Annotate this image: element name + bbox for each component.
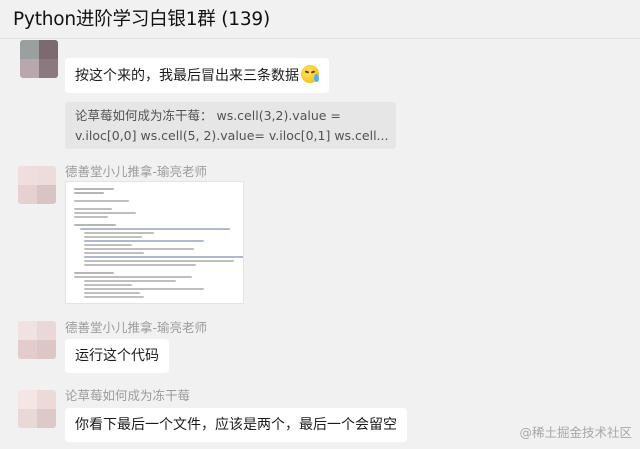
quoted-message[interactable]: 论草莓如何成为冻干莓： ws.cell(3,2).value = v.iloc[…: [65, 102, 396, 149]
code-line: [74, 192, 104, 194]
code-line: [74, 216, 108, 218]
message-bubble[interactable]: 你看下最后一个文件，应该是两个，最后一个会留空: [65, 408, 407, 442]
code-line: [84, 260, 234, 262]
code-line: [84, 280, 176, 282]
quote-line-2: v.iloc[0,0] ws.cell(5, 2).value= v.iloc[…: [75, 128, 389, 143]
sender-name[interactable]: 德善堂小儿推拿-瑜亮老师: [65, 161, 207, 180]
message-text: 运行这个代码: [75, 348, 159, 364]
code-line: [84, 292, 140, 294]
avatar[interactable]: [20, 40, 58, 78]
code-line: [84, 264, 196, 266]
code-line: [74, 212, 136, 214]
code-line: [84, 252, 144, 254]
code-line: [84, 284, 132, 286]
sender-name[interactable]: 论草莓如何成为冻干莓: [65, 385, 190, 404]
code-line: [84, 232, 154, 234]
code-line: [84, 296, 144, 298]
code-line: [84, 256, 243, 258]
chat-window: Python进阶学习白银1群 (139) 按这个来的，我最后冒出来三条数据 论草…: [0, 0, 640, 449]
message-bubble[interactable]: 运行这个代码: [65, 339, 169, 373]
message-text: 按这个来的，我最后冒出来三条数据: [75, 68, 299, 84]
avatar[interactable]: [18, 166, 56, 204]
code-line: [80, 228, 230, 230]
chat-title[interactable]: Python进阶学习白银1群 (139): [13, 5, 270, 31]
sender-name[interactable]: 德善堂小儿推拿-瑜亮老师: [65, 317, 207, 336]
quote-line-1: 论草莓如何成为冻干莓： ws.cell(3,2).value =: [75, 108, 341, 123]
code-line: [84, 236, 142, 238]
code-line: [84, 288, 204, 290]
avatar[interactable]: [18, 321, 56, 359]
code-line: [84, 240, 204, 242]
chat-header: Python进阶学习白银1群 (139): [0, 0, 640, 38]
sweat-smile-emoji-icon: [301, 65, 319, 83]
code-line: [84, 244, 132, 246]
code-line: [74, 272, 114, 274]
message-text: 你看下最后一个文件，应该是两个，最后一个会留空: [75, 417, 397, 433]
code-line: [74, 200, 129, 202]
avatar[interactable]: [18, 390, 56, 428]
code-line: [74, 208, 112, 210]
code-screenshot-image[interactable]: [65, 181, 244, 304]
code-line: [74, 188, 114, 190]
header-divider: [0, 38, 640, 39]
message-bubble[interactable]: 按这个来的，我最后冒出来三条数据: [65, 58, 329, 93]
code-line: [74, 224, 116, 226]
code-line: [74, 276, 192, 278]
watermark: @稀土掘金技术社区: [519, 425, 632, 440]
code-line: [84, 248, 194, 250]
